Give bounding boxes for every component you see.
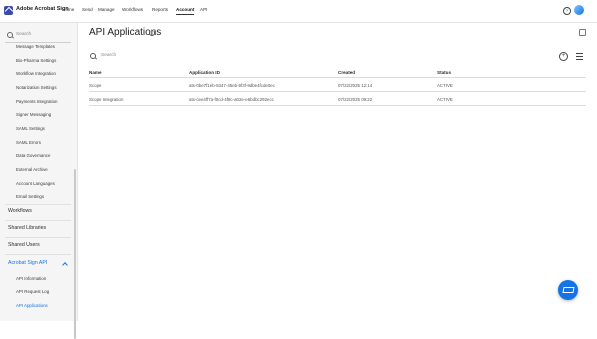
row-created: 07/22/2025 12:14 (338, 83, 373, 88)
sidebar-search-input[interactable]: Search (5, 30, 71, 43)
sidebar: Search Message Templates Bio-Pharma Sett… (0, 23, 78, 339)
sidebar-item-message-templates[interactable]: Message Templates (16, 44, 55, 49)
row-name: Scope (89, 83, 102, 88)
nav-workflows[interactable]: Workflows (122, 7, 143, 12)
panel-icon[interactable] (579, 29, 586, 36)
divider (5, 220, 71, 221)
sidebar-search-placeholder: Search (16, 32, 32, 37)
divider (5, 204, 71, 205)
sidebar-item-external-archive[interactable]: External Archive (16, 167, 48, 172)
search-icon (90, 53, 96, 59)
row-application-id: ats-cee4ff7a-f0cd-4f8c-a02e-e6bdbc292ecc (189, 97, 274, 102)
sidebar-item-api-request-log[interactable]: API Request Log (16, 289, 49, 294)
nav-account[interactable]: Account (176, 7, 195, 15)
sidebar-item-notarization-settings[interactable]: Notarization Settings (16, 85, 57, 90)
column-header-created[interactable]: Created (338, 70, 355, 75)
graduation-cap-icon (562, 287, 575, 293)
sidebar-item-api-information[interactable]: API Information (16, 276, 46, 281)
nav-api[interactable]: API (200, 7, 207, 12)
divider (5, 254, 71, 255)
nav-home[interactable]: Home (62, 7, 74, 12)
sidebar-scrollbar[interactable] (74, 169, 76, 339)
nav-manage[interactable]: Manage (98, 7, 115, 12)
sidebar-item-data-governance[interactable]: Data Governance (16, 153, 50, 158)
search-input[interactable]: Search (89, 51, 269, 63)
nav-reports[interactable]: Reports (152, 7, 168, 12)
header-divider (89, 77, 586, 78)
column-header-name[interactable]: Name (89, 70, 102, 75)
divider (5, 237, 71, 238)
help-icon[interactable]: ? (563, 7, 571, 15)
search-placeholder: Search (101, 53, 117, 58)
sidebar-item-saml-errors[interactable]: SAML Errors (16, 140, 41, 145)
row-divider (89, 105, 586, 106)
sidebar-section-acrobat-sign-api[interactable]: Acrobat Sign API (8, 260, 47, 266)
sidebar-item-api-applications[interactable]: API Applications (16, 303, 48, 308)
sidebar-item-workflow-integration[interactable]: Workflow Integration (16, 71, 56, 76)
chevron-up-icon[interactable] (62, 262, 68, 268)
row-application-id: ats-0be7f1eb-5347-45eb-9f3f-9dbe4fcde0ec (189, 83, 275, 88)
sidebar-item-email-settings[interactable]: Email Settings (16, 194, 44, 199)
row-name: Scope Integration (89, 97, 124, 102)
brand-name[interactable]: Adobe Acrobat Sign (16, 6, 69, 12)
search-icon (7, 32, 13, 38)
row-status: ACTIVE (437, 97, 453, 102)
acrobat-sign-logo-icon[interactable] (4, 6, 13, 15)
sidebar-item-bio-pharma-settings[interactable]: Bio-Pharma Settings (16, 58, 56, 63)
row-status: ACTIVE (437, 83, 453, 88)
sidebar-item-payments-integration[interactable]: Payments Integration (16, 99, 58, 104)
row-created: 07/22/2025 09:22 (338, 97, 373, 102)
sidebar-section-workflows[interactable]: Workflows (8, 208, 32, 214)
sidebar-item-account-languages[interactable]: Account Languages (16, 181, 55, 186)
avatar[interactable] (574, 5, 584, 15)
top-bar: Adobe Acrobat Sign Home Send Manage Work… (0, 0, 597, 23)
refresh-icon[interactable] (149, 30, 155, 36)
hamburger-menu-icon[interactable] (576, 53, 583, 60)
sidebar-item-signer-messaging[interactable]: Signer Messaging (16, 112, 51, 117)
column-header-application-id[interactable]: Application ID (189, 70, 220, 75)
nav-send[interactable]: Send (82, 7, 93, 12)
sidebar-section-shared-users[interactable]: Shared Users (8, 242, 40, 248)
row-divider (89, 91, 586, 92)
plus-circle-icon[interactable]: + (559, 52, 568, 61)
learning-button[interactable] (558, 280, 578, 300)
sidebar-section-shared-libraries[interactable]: Shared Libraries (8, 225, 46, 231)
column-header-status[interactable]: Status (437, 70, 451, 75)
sidebar-item-saml-settings[interactable]: SAML Settings (16, 126, 45, 131)
